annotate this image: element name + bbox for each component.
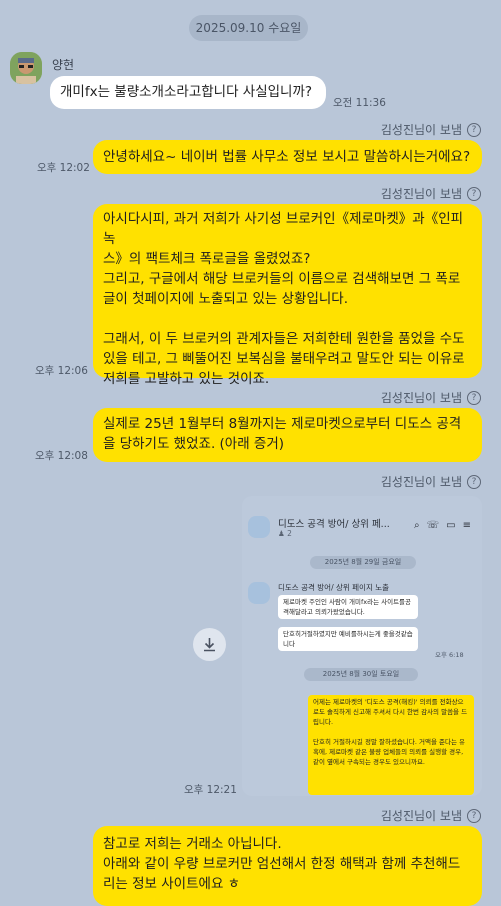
screenshot-header: 디도스 공격 방어/ 상위 페... ♟ 2 ⌕☏▭≡: [242, 496, 482, 542]
person-icon: ♟: [278, 529, 285, 538]
message-bubble: 제로마켓 주인인 사람이 개미fx라는 사이트를공격해달라고 의뢰가왔었습니다.: [278, 595, 418, 619]
menu-icon: ≡: [462, 520, 478, 531]
header-icons: ⌕☏▭≡: [414, 520, 478, 531]
search-icon: ⌕: [414, 520, 427, 531]
message-time: 오후 12:02: [37, 162, 90, 174]
video-icon: ▭: [446, 520, 463, 531]
help-circle-icon[interactable]: ?: [467, 122, 481, 137]
phone-icon: ☏: [426, 520, 447, 531]
date-divider: 2025년 8월 29일 금요일: [310, 556, 416, 569]
message-time: 오후 12:06: [35, 365, 88, 377]
sent-by-label: 김성진님이 보냄 ?: [381, 389, 481, 406]
sent-by-text: 김성진님이 보냄: [380, 809, 462, 823]
member-count-value: 2: [287, 529, 292, 538]
message-bubble: 어제는 제로마켓의 '디도스 공격(해킹)' 의뢰를 전화상으로도 솔직하게 신…: [308, 695, 474, 795]
download-icon: [204, 638, 215, 652]
outgoing-message[interactable]: 안녕하세요~ 네이버 법률 사무소 정보 보시고 말씀하시는거에요?: [93, 140, 482, 174]
help-circle-icon[interactable]: ?: [467, 474, 481, 489]
date-divider: 2025년 8월 30일 토요일: [304, 668, 418, 681]
image-attachment[interactable]: 디도스 공격 방어/ 상위 페... ♟ 2 ⌕☏▭≡ 2025년 8월 29일…: [242, 496, 482, 796]
chat-avatar: [248, 516, 270, 538]
sent-by-text: 김성진님이 보냄: [380, 391, 462, 405]
download-button[interactable]: [193, 628, 226, 661]
date-divider: 2025.09.10 수요일: [189, 15, 308, 41]
outgoing-message[interactable]: 아시다시피, 과거 저희가 사기성 브로커인《제로마켓》과《인피녹 스》의 팩트…: [93, 204, 482, 387]
incoming-message[interactable]: 개미fx는 불량소개소라고합니다 사실입니까?: [50, 76, 326, 109]
message-time: 오전 11:36: [333, 97, 386, 109]
chat-title: 디도스 공격 방어/ 상위 페...: [278, 519, 390, 530]
message-time: 오후 12:21: [184, 784, 237, 796]
help-circle-icon[interactable]: ?: [467, 808, 481, 823]
member-count: ♟ 2: [278, 529, 292, 538]
outgoing-message[interactable]: 참고로 저희는 거래소 아닙니다. 아래와 같이 우량 브로커만 엄선해서 한정…: [93, 826, 482, 906]
message-bubble: 단호히거절하였지만 예비를하시는게 좋을것같습니다: [278, 627, 418, 651]
message-time: 오후 12:08: [35, 450, 88, 462]
help-circle-icon[interactable]: ?: [467, 390, 481, 405]
sender-name: 디도스 공격 방어/ 상위 페이지 노출: [278, 583, 390, 592]
sent-by-text: 김성진님이 보냄: [380, 475, 462, 489]
sent-by-label: 김성진님이 보냄 ?: [381, 807, 481, 824]
sent-by-label: 김성진님이 보냄 ?: [381, 185, 481, 202]
outgoing-message[interactable]: 실제로 25년 1월부터 8월까지는 제로마켓으로부터 디도스 공격 을 당하기…: [93, 408, 482, 462]
sent-by-label: 김성진님이 보냄 ?: [381, 473, 481, 490]
sent-by-text: 김성진님이 보냄: [380, 123, 462, 137]
message-time: 오후 6:18: [435, 651, 464, 659]
sent-by-label: 김성진님이 보냄 ?: [381, 121, 481, 138]
sender-avatar: [248, 582, 270, 604]
sender-avatar[interactable]: [10, 52, 42, 84]
sender-name: 양현: [52, 58, 75, 72]
sent-by-text: 김성진님이 보냄: [380, 187, 462, 201]
help-circle-icon[interactable]: ?: [467, 186, 481, 201]
